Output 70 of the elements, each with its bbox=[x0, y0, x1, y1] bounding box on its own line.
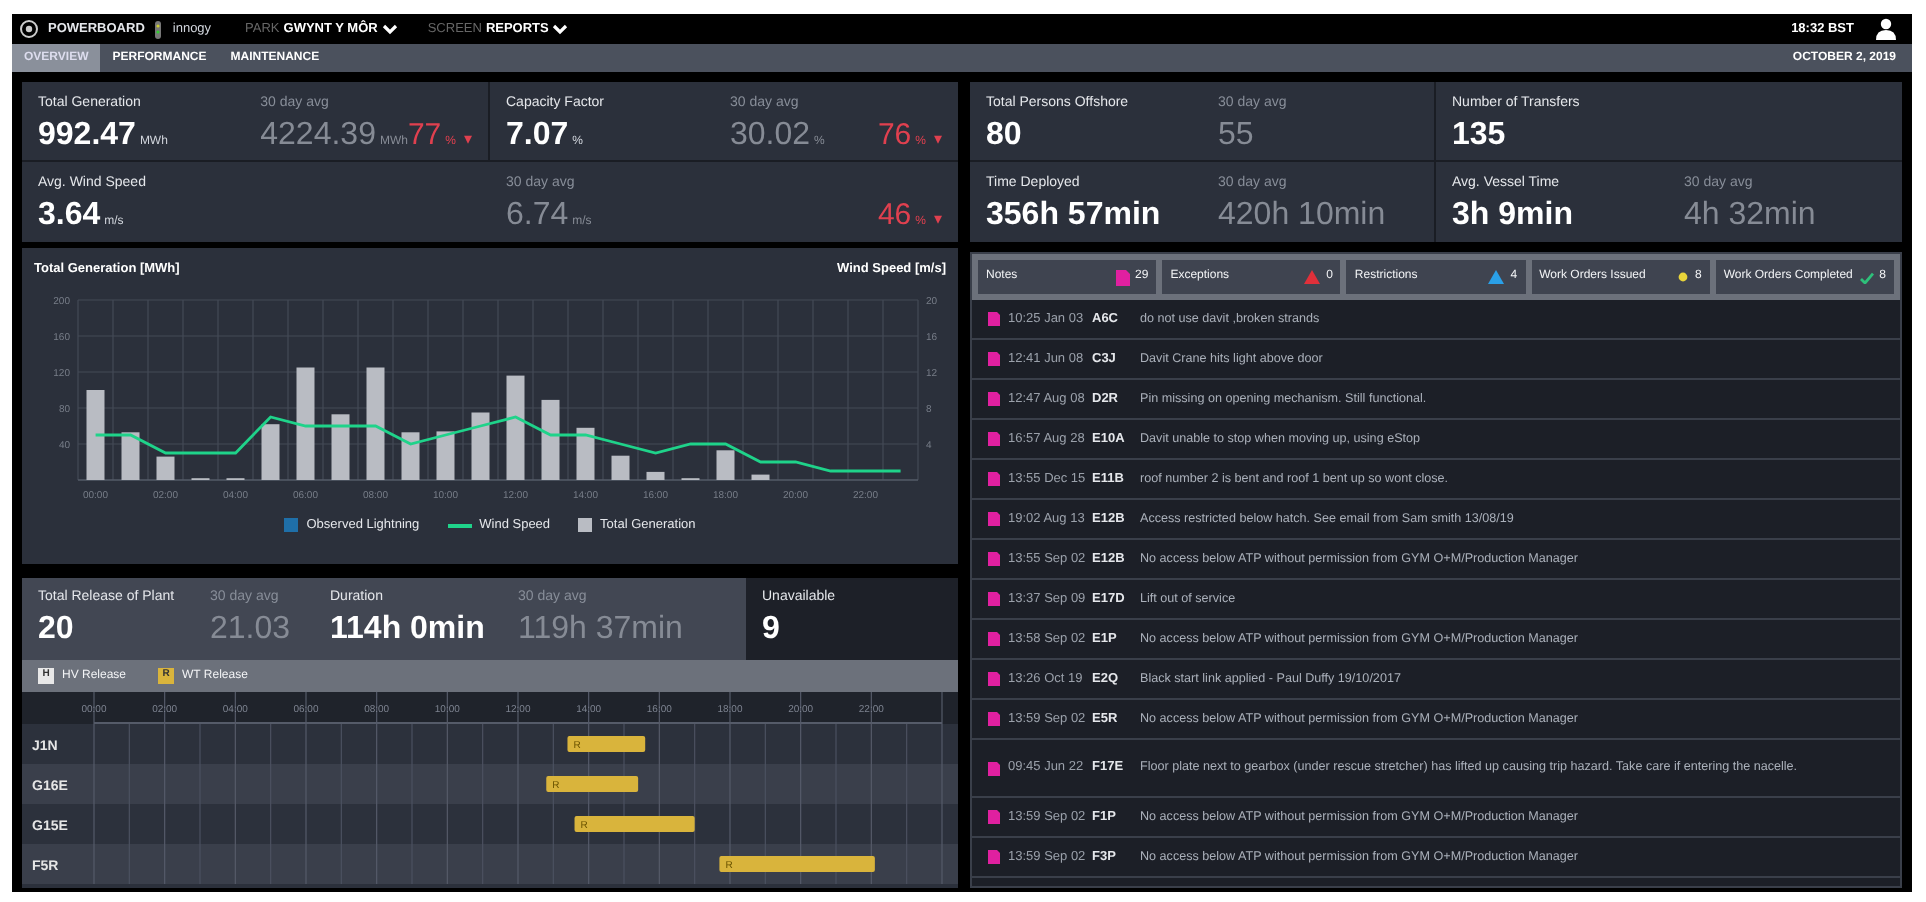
document-icon bbox=[988, 761, 1000, 775]
chevron-down-icon bbox=[381, 22, 398, 36]
document-icon bbox=[988, 432, 1000, 446]
legend-swatch bbox=[284, 518, 299, 533]
chart-bar bbox=[121, 431, 140, 480]
kpi-value: 20 bbox=[38, 613, 74, 645]
document-icon bbox=[988, 312, 1000, 326]
chart-bar bbox=[86, 389, 105, 480]
warning-triangle-icon bbox=[1488, 270, 1505, 284]
avg-value: 55 bbox=[1218, 119, 1254, 151]
document-icon bbox=[988, 672, 1000, 686]
kpi-value: 9 bbox=[762, 613, 780, 645]
change-value: 76 bbox=[877, 116, 912, 156]
document-icon bbox=[988, 810, 1000, 824]
release-bar bbox=[574, 816, 695, 832]
dot-icon bbox=[1678, 272, 1689, 282]
document-icon bbox=[1115, 269, 1130, 285]
release-bar bbox=[546, 776, 639, 792]
document-icon bbox=[988, 472, 1000, 486]
chart-bar bbox=[366, 367, 385, 480]
document-icon bbox=[988, 552, 1000, 566]
chart-bar bbox=[751, 474, 770, 480]
kpi-value: 3.64 bbox=[38, 199, 101, 231]
avg-value: 420h 10min bbox=[1218, 199, 1386, 231]
chart-bar bbox=[716, 449, 735, 480]
legend-line bbox=[447, 523, 472, 528]
avg-value: 4h 32min bbox=[1684, 199, 1816, 231]
kpi-value: 80 bbox=[986, 119, 1022, 151]
document-icon bbox=[988, 352, 1000, 366]
avg-value: 119h 37min bbox=[518, 613, 683, 645]
chart-bar bbox=[296, 367, 315, 480]
chart-bar bbox=[331, 413, 350, 480]
kpi-value: 356h 57min bbox=[986, 199, 1161, 231]
kpi-value: 135 bbox=[1452, 119, 1506, 151]
kpi-value: 114h 0min bbox=[330, 613, 485, 645]
trend-arrow: ▾ bbox=[464, 128, 472, 152]
document-icon bbox=[988, 392, 1000, 406]
legend-swatch bbox=[578, 518, 593, 533]
warning-triangle-icon bbox=[1304, 270, 1321, 284]
kpi-value: 7.07 bbox=[506, 119, 569, 151]
chart-bar bbox=[471, 412, 490, 480]
chart-bar bbox=[436, 430, 455, 480]
document-icon bbox=[988, 512, 1000, 526]
avg-value: 6.74 bbox=[506, 199, 569, 231]
avg-value: 21.03 bbox=[210, 613, 291, 645]
chart-bar bbox=[541, 399, 560, 480]
chart-bar bbox=[611, 455, 630, 480]
kpi-value: 3h 9min bbox=[1452, 199, 1573, 231]
kpi-value: 992.47 bbox=[38, 119, 136, 151]
partner-logo-icon bbox=[154, 19, 163, 39]
document-icon bbox=[988, 632, 1000, 646]
change-value: 46 bbox=[877, 196, 912, 236]
user-icon bbox=[1876, 18, 1896, 40]
avg-value: 30.02 bbox=[730, 119, 811, 151]
release-bar bbox=[567, 736, 646, 752]
trend-arrow: ▾ bbox=[934, 128, 942, 152]
trend-arrow: ▾ bbox=[934, 208, 942, 232]
change-value: 77 bbox=[407, 116, 442, 156]
chart-bar bbox=[261, 423, 280, 480]
chevron-down-icon bbox=[552, 22, 569, 36]
document-icon bbox=[988, 850, 1000, 864]
chart-bar bbox=[646, 471, 665, 480]
document-icon bbox=[988, 712, 1000, 726]
avg-value: 4224.39 bbox=[260, 119, 376, 151]
chart-bar bbox=[156, 456, 175, 480]
checkmark-icon bbox=[1859, 271, 1874, 283]
chart-bar bbox=[401, 431, 420, 480]
document-icon bbox=[988, 592, 1000, 606]
chart-bar bbox=[576, 427, 595, 480]
chart-bar bbox=[506, 375, 525, 480]
